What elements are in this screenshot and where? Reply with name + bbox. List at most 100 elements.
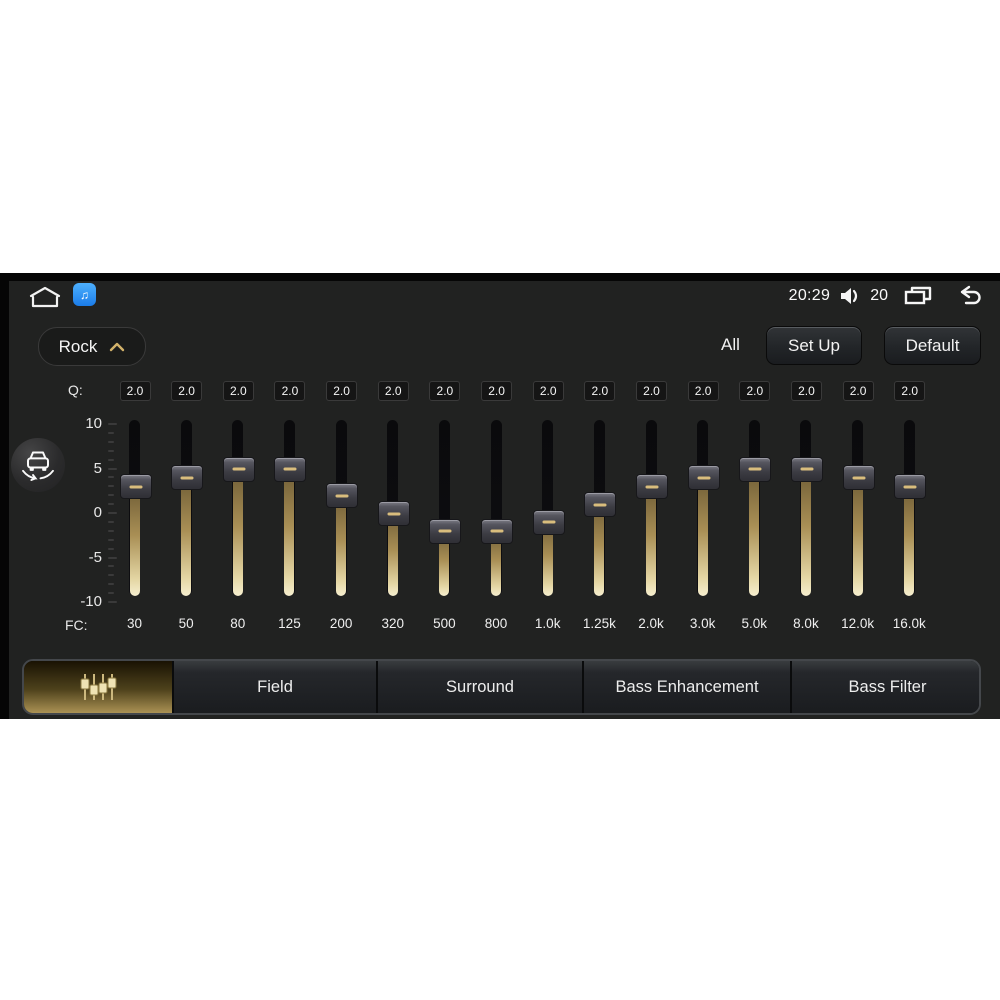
slider-handle[interactable]	[119, 474, 152, 500]
q-value: 2.0	[584, 381, 616, 401]
speaker-icon[interactable]	[839, 286, 861, 306]
tick-mark	[108, 529, 114, 532]
tick-mark	[108, 565, 114, 568]
bottom-tab-bar: Field Surround Bass Enhancement Bass Filter	[22, 659, 981, 715]
slider-handle[interactable]	[222, 456, 255, 482]
tick-mark	[108, 449, 114, 452]
slider-handle[interactable]	[739, 456, 772, 482]
tab-bass-enhancement[interactable]: Bass Enhancement	[582, 661, 790, 713]
q-value: 2.0	[326, 381, 358, 401]
slider-handle[interactable]	[584, 492, 617, 518]
handle-notch	[542, 520, 556, 524]
db-axis-label: 10	[85, 415, 102, 432]
back-icon[interactable]	[950, 285, 982, 307]
q-value: 2.0	[119, 381, 151, 401]
q-value: 2.0	[842, 381, 874, 401]
tick-mark	[108, 431, 114, 434]
handle-notch	[903, 485, 917, 489]
tick-mark	[108, 476, 114, 479]
preset-dropdown[interactable]: Rock	[38, 327, 146, 366]
freq-label: 50	[178, 616, 194, 631]
tick-mark	[108, 512, 117, 514]
slider-handle[interactable]	[326, 483, 359, 509]
slider-fill	[852, 477, 863, 596]
db-axis-label: 5	[93, 459, 102, 477]
slider-handle[interactable]	[171, 465, 204, 491]
handle-notch	[645, 485, 659, 489]
q-value: 2.0	[377, 381, 409, 401]
freq-label: 80	[230, 616, 246, 631]
slider-handle[interactable]	[274, 456, 307, 482]
slider-handle[interactable]	[377, 501, 410, 526]
home-button[interactable]	[27, 284, 63, 310]
freq-label: 3.0k	[689, 616, 716, 631]
slider-handle[interactable]	[532, 509, 565, 535]
freq-label: 200	[329, 616, 353, 631]
tick-mark	[108, 583, 114, 586]
q-value: 2.0	[429, 381, 461, 401]
music-app-icon[interactable]: ♫	[73, 283, 96, 306]
slider-fill	[181, 477, 192, 596]
freq-label: 800	[484, 616, 508, 631]
tab-label: Surround	[446, 677, 514, 696]
tick-mark	[108, 547, 114, 550]
chevron-up-icon	[110, 342, 125, 351]
slider-handle[interactable]	[894, 474, 927, 500]
handle-notch	[180, 476, 194, 480]
car-surround-icon	[22, 451, 54, 481]
tick-mark	[108, 494, 114, 497]
screen-top-edge	[0, 273, 1000, 281]
handle-notch	[800, 467, 814, 471]
tick-mark	[108, 458, 114, 461]
all-toggle[interactable]: All	[721, 335, 740, 355]
slider-handle[interactable]	[636, 474, 668, 500]
q-value: 2.0	[739, 381, 771, 401]
tab-bass-filter[interactable]: Bass Filter	[790, 661, 979, 713]
home-icon	[29, 286, 61, 308]
db-axis-label: -5	[88, 548, 102, 566]
slider-handle[interactable]	[842, 465, 875, 491]
slider-handle[interactable]	[687, 465, 720, 491]
slider-handle[interactable]	[429, 518, 462, 544]
tick-mark	[108, 423, 117, 425]
slider-fill	[232, 468, 243, 596]
setup-button[interactable]: Set Up	[766, 326, 862, 365]
tick-mark	[108, 538, 114, 541]
head-unit-screen: ♫ 20:29 20 Rock All Set Up Default Q: FC…	[0, 273, 1000, 719]
car-position-button[interactable]	[11, 438, 65, 492]
recents-icon[interactable]	[903, 284, 933, 308]
handle-notch	[283, 467, 297, 471]
handle-notch	[438, 529, 452, 533]
tick-mark	[108, 503, 114, 506]
q-row-label: Q:	[68, 382, 83, 398]
slider-fill	[697, 477, 708, 596]
tab-equalizer[interactable]	[24, 661, 172, 713]
screen-left-edge	[0, 273, 9, 719]
slider-fill	[749, 468, 760, 596]
slider-handle[interactable]	[790, 456, 823, 482]
tick-mark	[108, 440, 114, 443]
preset-label: Rock	[58, 336, 98, 356]
tick-mark	[108, 467, 117, 470]
freq-label: 16.0k	[892, 616, 926, 631]
default-button[interactable]: Default	[884, 326, 981, 365]
eq-sliders-icon	[80, 674, 117, 700]
q-value: 2.0	[274, 381, 306, 401]
slider-fill	[646, 486, 656, 596]
freq-label: 1.25k	[582, 616, 616, 631]
handle-notch	[852, 476, 866, 480]
tick-mark	[108, 574, 114, 577]
handle-notch	[335, 494, 349, 498]
q-value: 2.0	[636, 381, 667, 401]
slider-handle[interactable]	[481, 518, 514, 544]
freq-label: 12.0k	[841, 616, 875, 631]
slider-fill	[284, 468, 295, 596]
tab-surround[interactable]: Surround	[376, 661, 582, 713]
tab-field[interactable]: Field	[172, 661, 376, 713]
freq-label: 500	[433, 616, 456, 631]
freq-label: 320	[381, 616, 405, 631]
slider-fill	[904, 486, 915, 596]
tick-mark	[108, 556, 117, 559]
status-bar-right: 20:29 20	[789, 281, 982, 311]
clock: 20:29	[788, 287, 831, 304]
